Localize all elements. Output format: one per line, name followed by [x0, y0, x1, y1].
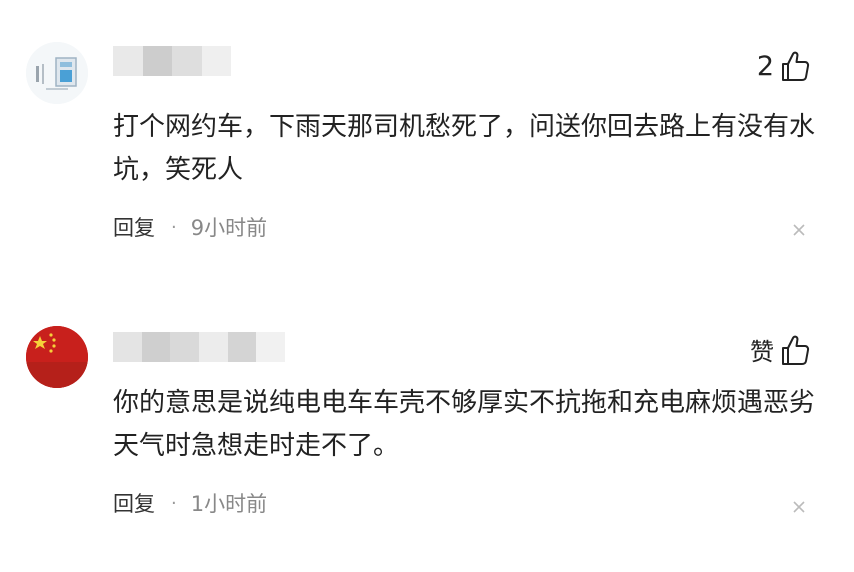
reply-button[interactable]: 回复	[113, 212, 155, 242]
like-button[interactable]: 2	[757, 50, 810, 82]
comment-text: 你的意思是说纯电电车车壳不够厚实不抗拖和充电麻烦遇恶劣天气时急想走时走不了。	[113, 388, 816, 461]
separator-dot: ·	[171, 492, 177, 514]
like-label: 赞	[750, 338, 774, 366]
image-thumbnail-icon	[26, 42, 88, 104]
username-blurred	[113, 332, 286, 362]
separator-dot: ·	[171, 216, 177, 238]
comment-text: 打个网约车，下雨天那司机愁死了，问送你回去路上有没有水坑，笑死人	[113, 112, 816, 185]
close-icon[interactable]	[792, 500, 806, 514]
comment-item: 赞 你的意思是说纯电电车车壳不够厚实不抗拖和充电麻烦遇恶劣天气时急想走时走不了。…	[0, 290, 854, 572]
comment-meta: 回复 · 1小时前	[113, 488, 267, 518]
avatar[interactable]	[26, 326, 88, 388]
username-blurred	[113, 46, 231, 76]
flag-avatar-icon	[26, 326, 88, 388]
thumbs-up-icon	[782, 51, 810, 81]
like-count: 2	[756, 50, 774, 82]
close-icon[interactable]	[792, 223, 806, 237]
comment-meta: 回复 · 9小时前	[113, 212, 267, 242]
timestamp: 1小时前	[190, 492, 268, 516]
thumbs-up-icon	[782, 335, 810, 365]
timestamp: 9小时前	[190, 216, 268, 240]
avatar[interactable]	[26, 42, 88, 104]
comment-item: 2 打个网约车，下雨天那司机愁死了，问送你回去路上有没有水坑，笑死人 回复 · …	[0, 0, 854, 290]
like-button[interactable]: 赞	[750, 332, 810, 367]
reply-button[interactable]: 回复	[113, 488, 155, 518]
